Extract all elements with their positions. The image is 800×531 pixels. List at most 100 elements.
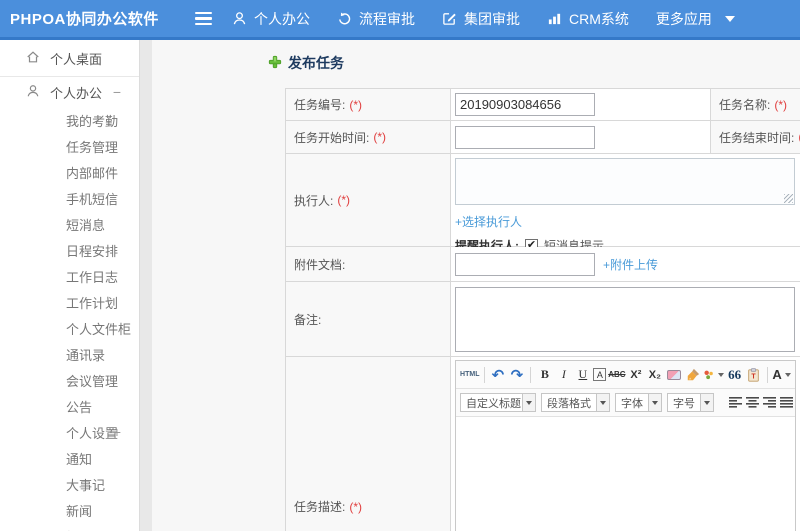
attachment-label: 附件文档: xyxy=(286,247,451,282)
font-family-select[interactable]: 字体 xyxy=(615,393,662,412)
task-desc-label: 任务描述: (*) xyxy=(286,357,451,531)
sidebar-item-announcement[interactable]: 公告 xyxy=(0,393,139,419)
sidebar-item-meeting-management[interactable]: 会议管理 xyxy=(0,367,139,393)
divider xyxy=(767,366,769,383)
caret-down-icon xyxy=(784,372,791,377)
sidebar-item-label: 会议管理 xyxy=(66,373,119,389)
italic-button[interactable]: I xyxy=(555,365,572,385)
nav-group-approval[interactable]: 集团审批 xyxy=(442,9,520,29)
sidebar-item-milestones[interactable]: 大事记 xyxy=(0,471,139,497)
task-no-label: 任务编号: (*) xyxy=(286,89,451,121)
custom-title-select[interactable]: 自定义标题 xyxy=(460,393,536,412)
redo-icon[interactable]: ↷ xyxy=(508,365,525,385)
sidebar-item-personal-office[interactable]: 个人办公 − xyxy=(0,77,139,107)
sidebar-item-news[interactable]: 新闻 xyxy=(0,497,139,523)
publish-task-form: 任务编号:(*) 任务名称:(*) 任务开始时间:(*) 任务结束时间:(*) … xyxy=(285,88,800,531)
nav-label: CRM系统 xyxy=(569,10,629,27)
sidebar-item-label: 通讯录 xyxy=(66,347,106,363)
align-justify-icon[interactable] xyxy=(780,397,793,408)
required-mark: (*) xyxy=(349,499,363,514)
sidebar-item-personal-cabinet[interactable]: 个人文件柜 xyxy=(0,315,139,341)
color-splash-icon[interactable] xyxy=(703,365,725,385)
collapse-icon[interactable]: − xyxy=(113,85,121,99)
sidebar-item-schedule[interactable]: 日程安排 xyxy=(0,237,139,263)
sidebar-item-personal-desktop[interactable]: 个人桌面 xyxy=(0,40,139,76)
executor-textarea[interactable] xyxy=(455,158,795,205)
sidebar-item-label: 内部邮件 xyxy=(66,165,119,181)
expand-icon[interactable]: + xyxy=(113,425,121,439)
format-brush-icon[interactable] xyxy=(684,365,701,385)
required-mark: (*) xyxy=(373,130,387,144)
sidebar-item-internal-mail[interactable]: 内部邮件 xyxy=(0,159,139,185)
plus-icon xyxy=(268,55,282,72)
task-name-label: 任务名称: (*) xyxy=(711,89,800,121)
caret-down-icon[interactable] xyxy=(596,394,609,411)
attachment-upload-link[interactable]: +附件上传 xyxy=(603,256,658,273)
sidebar-item-address-book[interactable]: 通讯录 xyxy=(0,341,139,367)
sidebar-item-short-message[interactable]: 短消息 xyxy=(0,211,139,237)
underline-button[interactable]: U xyxy=(574,365,591,385)
start-time-input[interactable] xyxy=(455,125,595,149)
sidebar-item-work-log[interactable]: 工作日志 xyxy=(0,263,139,289)
sidebar-item-partial[interactable]: 投票 xyxy=(0,523,139,531)
divider xyxy=(483,366,485,383)
nav-label: 流程审批 xyxy=(359,10,415,27)
sidebar-item-label: 手机短信 xyxy=(66,191,119,207)
sidebar-item-label: 个人办公 xyxy=(50,85,103,101)
caret-down-icon[interactable] xyxy=(700,394,713,411)
subscript-button[interactable]: X₂ xyxy=(646,365,663,385)
superscript-button[interactable]: X² xyxy=(627,365,644,385)
resize-grip-icon[interactable] xyxy=(784,194,793,203)
html-source-button[interactable]: HTML xyxy=(460,365,479,385)
sidebar-item-my-attendance[interactable]: 我的考勤 xyxy=(0,107,139,133)
divider xyxy=(530,366,532,383)
svg-text:T: T xyxy=(751,373,756,380)
user-icon xyxy=(26,84,40,101)
history-icon xyxy=(337,11,352,26)
remark-cell xyxy=(451,282,800,357)
caret-down-icon[interactable] xyxy=(648,394,661,411)
menu-icon[interactable] xyxy=(190,0,216,37)
remark-textarea[interactable] xyxy=(455,287,795,352)
sidebar-item-personal-settings[interactable]: 个人设置 + xyxy=(0,419,139,445)
font-size-select[interactable]: 字号 xyxy=(667,393,714,412)
paragraph-format-select[interactable]: 段落格式 xyxy=(541,393,610,412)
strikethrough-button[interactable]: ABC xyxy=(608,365,625,385)
bold-button[interactable]: B xyxy=(536,365,553,385)
paste-text-icon[interactable]: T xyxy=(745,365,762,385)
align-center-icon[interactable] xyxy=(746,397,759,408)
editor-toolbar-row2: 自定义标题 段落格式 字体 字号 xyxy=(456,389,795,417)
align-left-icon[interactable] xyxy=(729,397,742,408)
sidebar-item-work-plan[interactable]: 工作计划 xyxy=(0,289,139,315)
app-logo: PHPOA协同办公软件 xyxy=(10,11,159,28)
caret-down-icon xyxy=(718,372,725,377)
nav-personal-office[interactable]: 个人办公 xyxy=(232,9,310,29)
executor-label: 执行人: (*) xyxy=(286,154,451,247)
char-border-button[interactable]: A xyxy=(593,368,607,381)
align-right-icon[interactable] xyxy=(763,397,776,408)
sidebar-item-label: 工作计划 xyxy=(66,295,119,311)
undo-icon[interactable]: ↶ xyxy=(489,365,506,385)
nav-workflow-approval[interactable]: 流程审批 xyxy=(337,9,415,29)
task-desc-cell: HTML ↶ ↷ B I U A ABC X² X₂ 66 T A 自定义标题 … xyxy=(451,357,800,531)
editor-content-area[interactable] xyxy=(456,417,795,531)
task-no-input[interactable] xyxy=(455,93,595,116)
eraser-icon[interactable] xyxy=(665,365,682,385)
sidebar-item-label: 我的考勤 xyxy=(66,113,119,129)
caret-down-icon[interactable] xyxy=(522,394,535,411)
required-mark: (*) xyxy=(774,97,788,112)
font-color-button[interactable]: A xyxy=(772,365,791,385)
sidebar-item-mobile-sms[interactable]: 手机短信 xyxy=(0,185,139,211)
caret-down-icon xyxy=(724,15,735,22)
nav-label: 个人办公 xyxy=(254,10,310,27)
nav-more-apps[interactable]: 更多应用 xyxy=(656,9,735,29)
sidebar-item-notice[interactable]: 通知 xyxy=(0,445,139,471)
sidebar: 个人桌面 个人办公 − 我的考勤 任务管理 内部邮件 手机短信 短消息 日程安排… xyxy=(0,40,140,531)
choose-executor-link[interactable]: +选择执行人 xyxy=(455,215,522,229)
sidebar-item-label: 个人桌面 xyxy=(50,51,103,67)
required-mark: (*) xyxy=(337,193,351,207)
blockquote-button[interactable]: 66 xyxy=(726,365,743,385)
nav-crm-system[interactable]: CRM系统 xyxy=(547,9,629,29)
sidebar-item-task-management[interactable]: 任务管理 xyxy=(0,133,139,159)
attachment-input[interactable] xyxy=(455,252,595,276)
